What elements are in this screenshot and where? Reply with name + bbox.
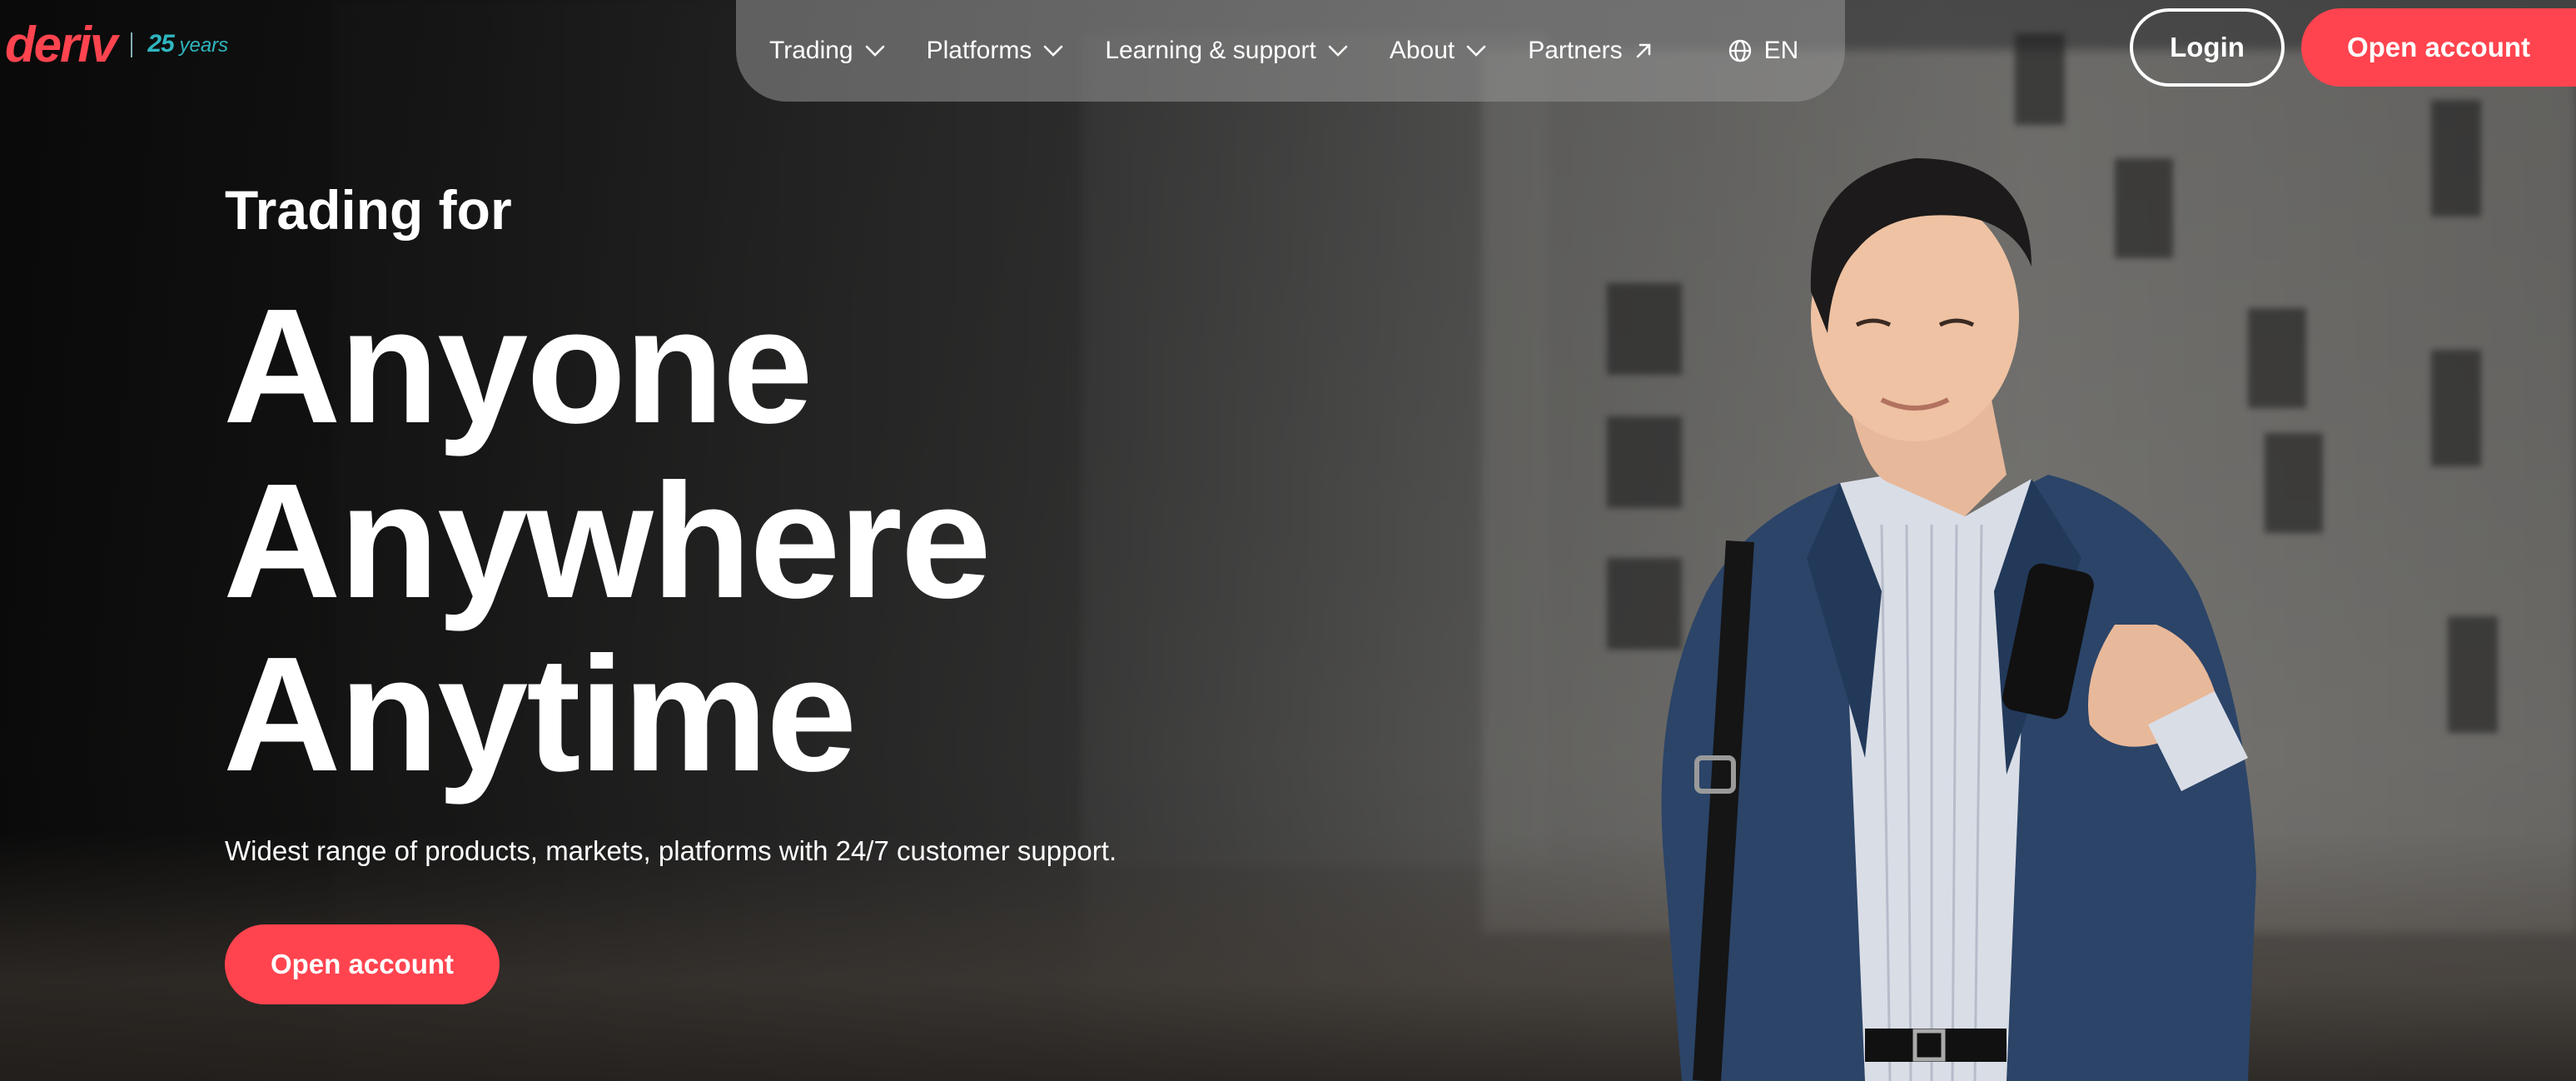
landing-page: deriv 25 years Trading Platforms Learnin… <box>0 0 2576 1081</box>
anniversary-number: 25 <box>147 30 174 57</box>
nav-item-learning-support[interactable]: Learning & support <box>1105 37 1348 65</box>
chevron-down-icon <box>1328 45 1348 57</box>
language-selector[interactable]: EN <box>1728 37 1799 65</box>
header-open-account-button[interactable]: Open account <box>2301 8 2576 87</box>
nav-item-label: About <box>1389 37 1455 64</box>
main-navigation: Trading Platforms Learning & support Abo… <box>736 0 1845 102</box>
hero-headline-line: Anyone <box>223 275 813 457</box>
hero-headline-line: Anytime <box>223 623 857 805</box>
nav-item-platforms[interactable]: Platforms <box>927 37 1064 65</box>
language-label: EN <box>1763 37 1799 64</box>
deriv-logo[interactable]: deriv 25 years <box>5 20 228 70</box>
nav-item-label: Learning & support <box>1105 37 1316 64</box>
logo-divider <box>131 32 133 57</box>
nav-item-trading[interactable]: Trading <box>769 37 885 65</box>
background-window <box>2015 33 2065 125</box>
nav-item-label: Trading <box>769 37 853 64</box>
chevron-down-icon <box>1466 45 1486 57</box>
logo-wordmark: deriv <box>5 17 117 72</box>
background-window <box>2448 616 2498 733</box>
hero-headline-line: Anywhere <box>223 450 992 632</box>
hero-open-account-button[interactable]: Open account <box>225 924 500 1004</box>
hero-person-image <box>1661 158 2256 1081</box>
nav-item-label: Partners <box>1528 37 1623 64</box>
background-building-center <box>1082 33 1549 866</box>
hero-kicker: Trading for <box>225 179 512 241</box>
nav-item-partners[interactable]: Partners <box>1528 37 1652 65</box>
anniversary-text: years <box>179 34 229 57</box>
hero-description: Widest range of products, markets, platf… <box>225 835 1117 866</box>
globe-icon <box>1728 39 1751 62</box>
nav-item-label: Platforms <box>926 37 1032 64</box>
background-window <box>2431 100 2481 217</box>
external-arrow-icon <box>1636 43 1650 58</box>
nav-item-about[interactable]: About <box>1390 37 1486 65</box>
anniversary-badge: 25 years <box>147 32 228 58</box>
background-window <box>2431 350 2481 466</box>
login-button[interactable]: Login <box>2130 8 2285 87</box>
chevron-down-icon <box>1044 45 1063 57</box>
chevron-down-icon <box>865 45 884 57</box>
